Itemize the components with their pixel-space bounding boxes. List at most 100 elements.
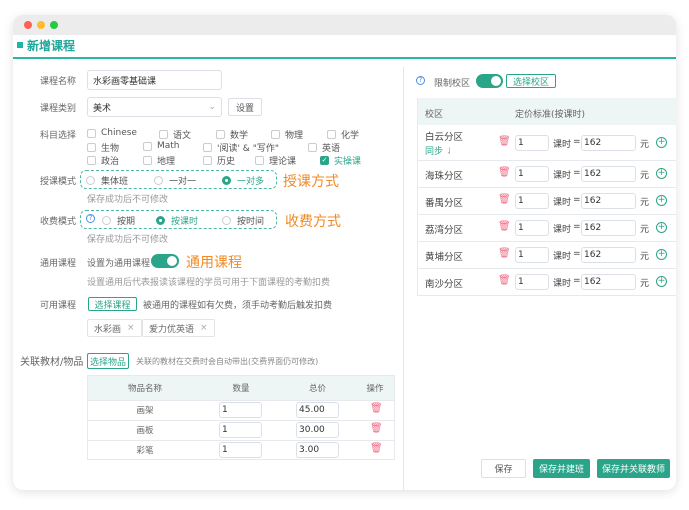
- trash-icon[interactable]: 🗑: [498, 221, 511, 232]
- sync-link[interactable]: 同步 ⇃: [425, 144, 453, 157]
- lessons-input[interactable]: 1: [515, 246, 549, 263]
- item-qty-input[interactable]: 1: [219, 402, 262, 418]
- price-input[interactable]: 162: [581, 219, 636, 236]
- help-icon[interactable]: ?: [416, 76, 425, 85]
- trash-icon[interactable]: 🗑: [370, 403, 383, 414]
- course-tag: 爱力优英语 ×: [142, 319, 215, 337]
- close-icon[interactable]: ×: [200, 323, 208, 333]
- radio-fee-2[interactable]: 按时间: [222, 214, 264, 227]
- subject-checkbox[interactable]: 化学: [327, 128, 359, 141]
- lessons-input[interactable]: 1: [515, 165, 549, 182]
- select-campus-button[interactable]: 选择校区: [506, 74, 556, 88]
- save-and-link-teacher-button[interactable]: 保存并关联教师: [597, 459, 670, 478]
- trash-icon[interactable]: 🗑: [498, 275, 511, 286]
- lessons-input[interactable]: 1: [515, 219, 549, 236]
- radio-label: 按时间: [237, 217, 265, 227]
- add-icon[interactable]: +: [656, 136, 667, 148]
- general-course-desc: 设置通用后代表报读该课程的学员可用于下面课程的考勤扣费: [87, 278, 331, 288]
- col-header: 物品名称: [127, 383, 162, 394]
- course-category-select[interactable]: 美术 ⌄: [87, 97, 222, 117]
- equals-sign: =: [573, 275, 581, 286]
- minimize-dot[interactable]: [37, 21, 45, 29]
- radio-group-teach[interactable]: 集体班: [86, 174, 128, 187]
- lessons-input[interactable]: 1: [515, 134, 549, 151]
- trash-icon[interactable]: 🗑: [370, 443, 383, 454]
- tag-label: 水彩画: [94, 324, 122, 335]
- add-icon[interactable]: +: [656, 248, 667, 260]
- lessons-input[interactable]: 1: [515, 273, 549, 290]
- divider: [403, 67, 404, 490]
- add-icon[interactable]: +: [656, 275, 667, 287]
- col-header: 校区: [425, 110, 444, 120]
- course-tag: 水彩画 ×: [87, 319, 142, 337]
- subject-checkbox[interactable]: Math: [143, 141, 180, 151]
- subject-checkbox[interactable]: 数学: [216, 128, 248, 141]
- teach-mode-hint: 保存成功后不可修改: [87, 195, 169, 205]
- subject-checkbox[interactable]: 英语: [308, 141, 340, 154]
- subject-checkbox[interactable]: 生物: [87, 141, 119, 154]
- price-input[interactable]: 162: [581, 273, 636, 290]
- equals-sign: =: [573, 248, 581, 259]
- trash-icon[interactable]: 🗑: [370, 423, 383, 434]
- campus-name: 番禺分区: [425, 197, 464, 209]
- subject-checkbox[interactable]: 物理: [271, 128, 303, 141]
- checkbox-icon: [308, 143, 317, 152]
- trash-icon[interactable]: 🗑: [498, 167, 511, 178]
- help-icon[interactable]: ?: [86, 214, 95, 223]
- select-course-button[interactable]: 选择课程: [88, 297, 137, 311]
- item-price-input[interactable]: 45.00: [296, 402, 339, 418]
- category-settings-button[interactable]: 设置: [228, 98, 262, 116]
- fee-mode-label: 收费模式: [40, 217, 77, 227]
- subject-checkbox[interactable]: Chinese: [87, 128, 137, 138]
- checkbox-icon: [216, 130, 225, 139]
- price-input[interactable]: 162: [581, 192, 636, 209]
- trash-icon[interactable]: 🗑: [498, 194, 511, 205]
- general-course-toggle[interactable]: [151, 254, 179, 268]
- maximize-dot[interactable]: [50, 21, 58, 29]
- save-button[interactable]: 保存: [481, 459, 526, 478]
- radio-teach-2[interactable]: 一对多: [222, 174, 264, 187]
- item-price-input[interactable]: 3.00: [296, 442, 339, 458]
- radio-teach-1[interactable]: 一对一: [154, 174, 196, 187]
- subject-checkbox[interactable]: 地理: [143, 154, 175, 167]
- save-and-create-class-button[interactable]: 保存并建班: [533, 459, 590, 478]
- close-dot[interactable]: [24, 21, 32, 29]
- item-qty-input[interactable]: 1: [219, 422, 262, 438]
- currency-label: 元: [640, 170, 650, 181]
- trash-icon[interactable]: 🗑: [498, 136, 511, 147]
- subject-checkbox[interactable]: 理论课: [255, 154, 296, 167]
- subject-checkbox[interactable]: 语文: [159, 128, 191, 141]
- col-header: 定价标准(按课时): [515, 110, 586, 120]
- currency-label: 元: [640, 251, 650, 262]
- radio-fee-0[interactable]: 按期: [102, 214, 135, 227]
- available-course-label: 可用课程: [40, 301, 77, 311]
- trash-icon[interactable]: 🗑: [498, 248, 511, 259]
- close-icon[interactable]: ×: [127, 323, 135, 333]
- subject-checkbox[interactable]: ✓ 实操课: [320, 154, 361, 167]
- tag-label: 爱力优英语: [149, 324, 195, 335]
- item-qty-input[interactable]: 1: [219, 442, 262, 458]
- item-price-input[interactable]: 30.00: [296, 422, 339, 438]
- subject-label: 科目选择: [40, 131, 77, 141]
- subject-checkbox[interactable]: '阅读' & "写作": [203, 141, 279, 154]
- add-icon[interactable]: +: [656, 221, 667, 233]
- subject-checkbox[interactable]: 历史: [203, 154, 235, 167]
- limit-campus-toggle[interactable]: [476, 74, 503, 88]
- campus-name: 白云分区: [425, 132, 464, 143]
- radio-icon: [86, 176, 95, 185]
- price-input[interactable]: 162: [581, 165, 636, 182]
- checkbox-icon: [143, 141, 152, 151]
- price-input[interactable]: 162: [581, 134, 636, 151]
- price-input[interactable]: 162: [581, 246, 636, 263]
- radio-fee-1[interactable]: 按课时: [156, 214, 198, 227]
- course-name-input[interactable]: 水彩画零基础课: [87, 70, 222, 90]
- checkbox-label: 地理: [157, 157, 176, 167]
- lessons-input[interactable]: 1: [515, 192, 549, 209]
- add-icon[interactable]: +: [656, 167, 667, 179]
- title-marker-icon: [17, 42, 23, 48]
- checkbox-label: 政治: [101, 157, 120, 167]
- add-icon[interactable]: +: [656, 194, 667, 206]
- select-items-button[interactable]: 选择物品: [87, 353, 129, 369]
- radio-label: 一对一: [169, 177, 197, 187]
- subject-checkbox[interactable]: 政治: [87, 154, 119, 167]
